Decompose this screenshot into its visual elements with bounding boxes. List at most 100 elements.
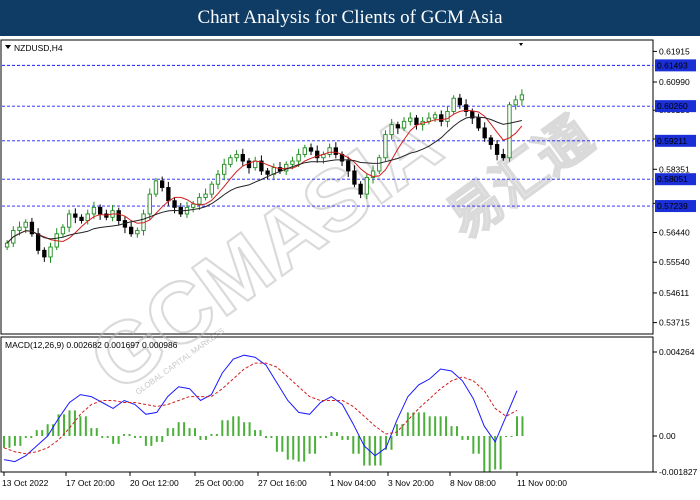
macd-histogram-bar	[79, 416, 82, 437]
macd-label: MACD(12,26,9) 0.002682 0.001697 0.000986	[5, 340, 178, 350]
macd-histogram-bar	[395, 424, 398, 437]
price-axis-label: 0.56440	[659, 227, 690, 237]
macd-histogram-bar	[335, 432, 338, 437]
candle-body	[166, 187, 171, 202]
macd-histogram-bar	[450, 426, 453, 437]
macd-histogram-bar	[477, 436, 480, 454]
macd-histogram-bar	[499, 436, 502, 470]
macd-histogram-bar	[259, 430, 262, 437]
candle-body	[401, 120, 407, 129]
macd-histogram-bar	[308, 436, 311, 454]
candle-body	[209, 183, 214, 195]
macd-histogram-bar	[270, 436, 273, 438]
price-axis-label: 0.53715	[659, 318, 690, 328]
macd-histogram-bar	[123, 434, 126, 437]
candle-body	[191, 203, 196, 208]
macd-histogram-bar	[505, 436, 508, 438]
macd-histogram-bar	[510, 436, 513, 438]
macd-histogram-bar	[24, 436, 27, 438]
macd-histogram-bar	[144, 436, 147, 446]
candle-body	[494, 144, 500, 155]
macd-histogram-bar	[188, 428, 191, 437]
macd-histogram-bar	[243, 422, 246, 437]
macd-histogram-bar	[112, 436, 115, 444]
key-level-label: 0.61493	[657, 60, 688, 70]
candle-body	[97, 206, 103, 215]
price-axis-label: 0.61915	[659, 46, 690, 56]
macd-histogram-bar	[461, 436, 464, 440]
time-axis-label: 3 Nov 20:00	[388, 478, 434, 488]
macd-histogram-bar	[128, 434, 131, 437]
candle-body	[488, 137, 494, 145]
candle-body	[426, 117, 432, 122]
macd-histogram-bar	[199, 436, 202, 440]
candle-body	[128, 226, 134, 235]
macd-histogram-bar	[210, 434, 213, 437]
candle-body	[215, 173, 221, 185]
time-axis-label: 13 Oct 2022	[2, 478, 49, 488]
candle-body	[290, 160, 295, 165]
macd-histogram-bar	[95, 428, 98, 437]
macd-histogram-bar	[68, 410, 71, 437]
macd-histogram-bar	[73, 410, 76, 437]
macd-histogram-bar	[41, 430, 44, 437]
chart-area[interactable]: GCMASIA 易汇通 GLOBAL CAPITAL MARKETS 0.619…	[0, 36, 700, 500]
macd-histogram-bar	[286, 436, 289, 460]
macd-histogram-bar	[254, 430, 257, 437]
candle-body	[246, 160, 252, 169]
macd-histogram-bar	[357, 436, 360, 454]
candle-body	[364, 177, 369, 195]
macd-histogram-bar	[303, 436, 306, 462]
macd-histogram-bar	[106, 436, 109, 438]
candle-body	[147, 193, 152, 215]
macd-histogram-bar	[363, 436, 366, 466]
candle-body	[35, 233, 41, 251]
candle-body	[501, 153, 506, 159]
macd-histogram-bar	[232, 416, 235, 437]
macd-histogram-bar	[374, 436, 377, 466]
macd-histogram-bar	[346, 436, 349, 440]
candle-body	[327, 147, 332, 155]
macd-histogram-bar	[406, 412, 409, 437]
macd-histogram-bar	[319, 436, 322, 438]
candle-body	[358, 183, 363, 195]
candle-body	[135, 230, 140, 235]
macd-histogram-bar	[330, 432, 333, 437]
price-axis-label: 0.55540	[659, 257, 690, 267]
candle-body	[23, 221, 28, 228]
candle-body	[395, 124, 401, 129]
macd-histogram-bar	[423, 412, 426, 437]
macd-histogram-bar	[297, 436, 300, 462]
macd-histogram-bar	[516, 416, 518, 437]
time-axis-label: 1 Nov 04:00	[330, 478, 376, 488]
macd-histogram-bar	[292, 436, 295, 460]
macd-histogram-bar	[133, 436, 136, 438]
candle-body	[439, 114, 444, 122]
macd-histogram-bar	[19, 436, 22, 446]
macd-histogram-bar	[417, 412, 420, 437]
macd-histogram-bar	[150, 436, 153, 446]
macd-histogram-bar	[412, 412, 415, 437]
macd-histogram-bar	[35, 430, 38, 437]
macd-histogram-bar	[341, 436, 344, 440]
candle-body	[308, 147, 314, 152]
candle-body	[79, 216, 84, 222]
candle-body	[42, 249, 47, 258]
macd-histogram-bar	[390, 436, 393, 450]
candle-body	[519, 94, 525, 101]
chart-svg[interactable]: GCMASIA 易汇通 GLOBAL CAPITAL MARKETS 0.619…	[0, 36, 700, 500]
macd-histogram-bar	[445, 416, 448, 437]
macd-histogram-bar	[455, 426, 458, 437]
candle-body	[48, 246, 53, 258]
candle-body	[408, 117, 413, 122]
time-axis-label: 20 Oct 12:00	[130, 478, 179, 488]
candle-body	[4, 242, 10, 248]
candle-body	[296, 153, 301, 162]
candle-body	[197, 196, 202, 205]
macd-histogram-bar	[84, 416, 87, 437]
macd-histogram-bar	[472, 436, 475, 454]
candle-body	[160, 180, 165, 188]
candle-body	[66, 213, 72, 228]
price-axis-label: 0.54611	[659, 288, 689, 298]
candle-body	[172, 200, 177, 208]
